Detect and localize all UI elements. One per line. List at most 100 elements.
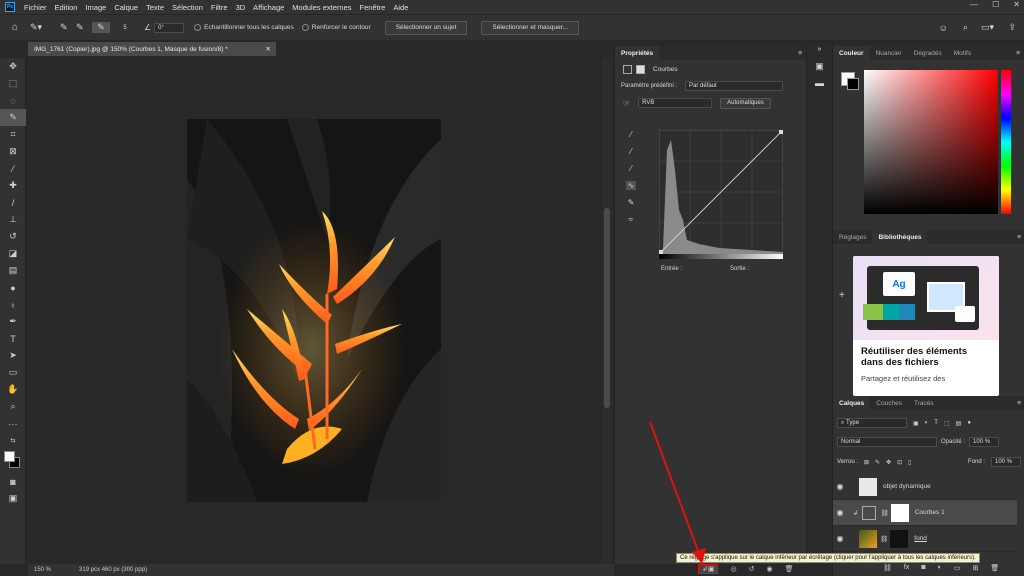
layer-row-courbes-1[interactable]: ◉ ↲ ⛓ Courbes 1 [833,500,1017,526]
canvas-image[interactable] [187,119,441,502]
eraser-tool-icon[interactable]: ◪ [0,245,26,262]
tab-couleur[interactable]: Couleur [833,46,870,60]
filter-adjustment-icon[interactable]: ◐ [925,420,929,426]
target-adjust-icon[interactable]: ☞ [623,99,630,108]
tab-motifs[interactable]: Motifs [948,46,977,60]
dodge-tool-icon[interactable]: ♁ [0,296,26,313]
clone-stamp-icon[interactable]: ⊥ [0,211,26,228]
hand-tool-icon[interactable]: ✋ [0,381,26,398]
share-icon[interactable]: ☺ [939,23,948,33]
tab-bibliotheques[interactable]: Bibliothèques [872,230,928,244]
channel-dropdown[interactable]: RVB [638,98,713,108]
more-tools-icon[interactable]: ··· [0,415,26,432]
lock-artboard-icon[interactable]: ⊡ [897,459,902,466]
add-selection-icon[interactable]: ✎ [76,22,92,33]
pen-tool-icon[interactable]: ✒ [0,313,26,330]
brush-size[interactable]: 5 [110,25,140,31]
lasso-tool-icon[interactable]: ◌ [0,92,26,109]
panel-menu-icon[interactable]: ≡ [1017,400,1021,407]
menu-3d[interactable]: 3D [232,3,250,12]
tab-calques[interactable]: Calques [833,396,871,410]
blur-tool-icon[interactable]: ● [0,279,26,296]
frame-tool-icon[interactable]: ⊠ [0,143,26,160]
new-selection-icon[interactable]: ✎ [60,22,76,33]
select-subject-button[interactable]: Sélectionner un sujet [384,20,468,35]
menu-edition[interactable]: Edition [51,3,82,12]
layer-filter-dropdown[interactable]: ⌕ Type [837,418,907,428]
swap-colors-icon[interactable]: ⇆ [0,432,26,449]
menu-fenetre[interactable]: Fenêtre [356,3,390,12]
background-swatch[interactable] [847,78,859,90]
lock-pixels-icon[interactable]: ✎ [875,459,880,466]
curves-graph[interactable] [659,130,783,254]
quick-mask-icon[interactable]: ◙ [0,473,26,490]
crop-tool-icon[interactable]: ⌗ [0,126,26,143]
add-mask-icon[interactable]: ◙ [921,564,925,572]
library-card[interactable]: Ag Réutiliser des éléments dans des fich… [853,256,999,396]
mask-icon[interactable] [636,64,645,74]
preset-dropdown[interactable]: Par défaut [685,81,784,91]
filter-shape-icon[interactable]: ⬚ [944,420,950,427]
delete-adjustment-icon[interactable]: 🗑 [785,565,794,573]
enhance-edge-checkbox[interactable]: Renforcer le contour [301,23,371,31]
foreground-color-icon[interactable] [0,449,26,473]
tab-degrades[interactable]: Dégradés [908,46,948,60]
collapse-icon[interactable]: » [807,46,832,53]
brush-tool-icon[interactable]: / [0,194,26,211]
menu-selection[interactable]: Sélection [168,3,207,12]
close-tab-icon[interactable]: ✕ [266,45,271,53]
color-picker-field[interactable] [864,70,998,214]
maximize-icon[interactable]: ☐ [992,0,999,9]
select-mask-button[interactable]: Sélectionner et masquer... [481,20,579,35]
delete-layer-icon[interactable]: 🗑 [990,564,999,572]
tool-preset-icon[interactable]: ✎▾ [30,22,60,33]
subtract-selection-icon[interactable]: ✎ [92,22,110,33]
angle-input[interactable]: 0° [154,22,185,33]
workspace-icon[interactable]: ▭▾ [981,22,994,33]
screen-mode-icon[interactable]: ▣ [0,490,26,507]
black-point-eyedropper-icon[interactable]: ⁄ [630,130,631,139]
panel-menu-icon[interactable]: ≡ [798,50,802,57]
filter-type-icon[interactable]: T [934,420,938,426]
gradient-tool-icon[interactable]: ▤ [0,262,26,279]
pencil-icon[interactable]: ✎ [628,198,635,207]
shape-tool-icon[interactable]: ▭ [0,364,26,381]
path-selection-icon[interactable]: ➤ [0,347,26,364]
menu-affichage[interactable]: Affichage [249,3,288,12]
hue-slider[interactable] [1001,70,1011,214]
history-brush-icon[interactable]: ↺ [0,228,26,245]
lock-all-icon[interactable]: ▯ [908,459,911,466]
reset-icon[interactable]: ↺ [749,565,755,573]
menu-aide[interactable]: Aide [389,3,412,12]
tab-couches[interactable]: Couches [870,396,908,410]
layer-row-fond[interactable]: ◉ ⛓ fond [833,526,1017,552]
panel-menu-icon[interactable]: ≡ [1016,50,1020,57]
view-previous-icon[interactable]: ◎ [730,565,736,573]
tab-nuancier[interactable]: Nuancier [870,46,908,60]
layer-row-objet-dynamique[interactable]: ◉ objet dynamique [833,474,1017,500]
filter-smart-icon[interactable]: ▤ [956,420,962,427]
sample-all-layers-checkbox[interactable]: Echantillonner tous les calques [194,23,294,31]
type-tool-icon[interactable]: T [0,330,26,347]
link-layers-icon[interactable]: ⛓ [883,564,892,572]
eyedropper-tool-icon[interactable]: ⁄ [0,160,26,177]
vertical-scrollbar[interactable] [602,58,612,563]
zoom-tool-icon[interactable]: ⌕ [0,398,26,415]
mask-thumbnail[interactable] [890,503,909,522]
new-layer-icon[interactable]: ⊞ [972,564,978,572]
visibility-eye-icon[interactable]: ◉ [833,508,847,517]
add-library-icon[interactable]: + [839,290,845,301]
visibility-eye-icon[interactable]: ◉ [833,534,847,543]
opacity-input[interactable]: 100 % [969,437,1000,447]
new-adjustment-icon[interactable]: ◐ [938,564,942,572]
history-panel-icon[interactable]: ▣ [807,61,832,72]
curve-edit-icon[interactable]: ∿ [625,181,637,190]
share-export-icon[interactable]: ⇪ [1008,22,1016,33]
move-tool-icon[interactable]: ✥ [0,58,26,75]
smooth-icon[interactable]: ≈ [629,215,633,224]
zoom-level[interactable]: 150 % [34,567,51,573]
filter-toggle-icon[interactable]: ● [967,420,971,426]
tab-reglages[interactable]: Réglages [833,230,872,244]
search-icon[interactable]: ⌕ [963,22,968,33]
home-icon[interactable]: ⌂ [0,22,30,33]
